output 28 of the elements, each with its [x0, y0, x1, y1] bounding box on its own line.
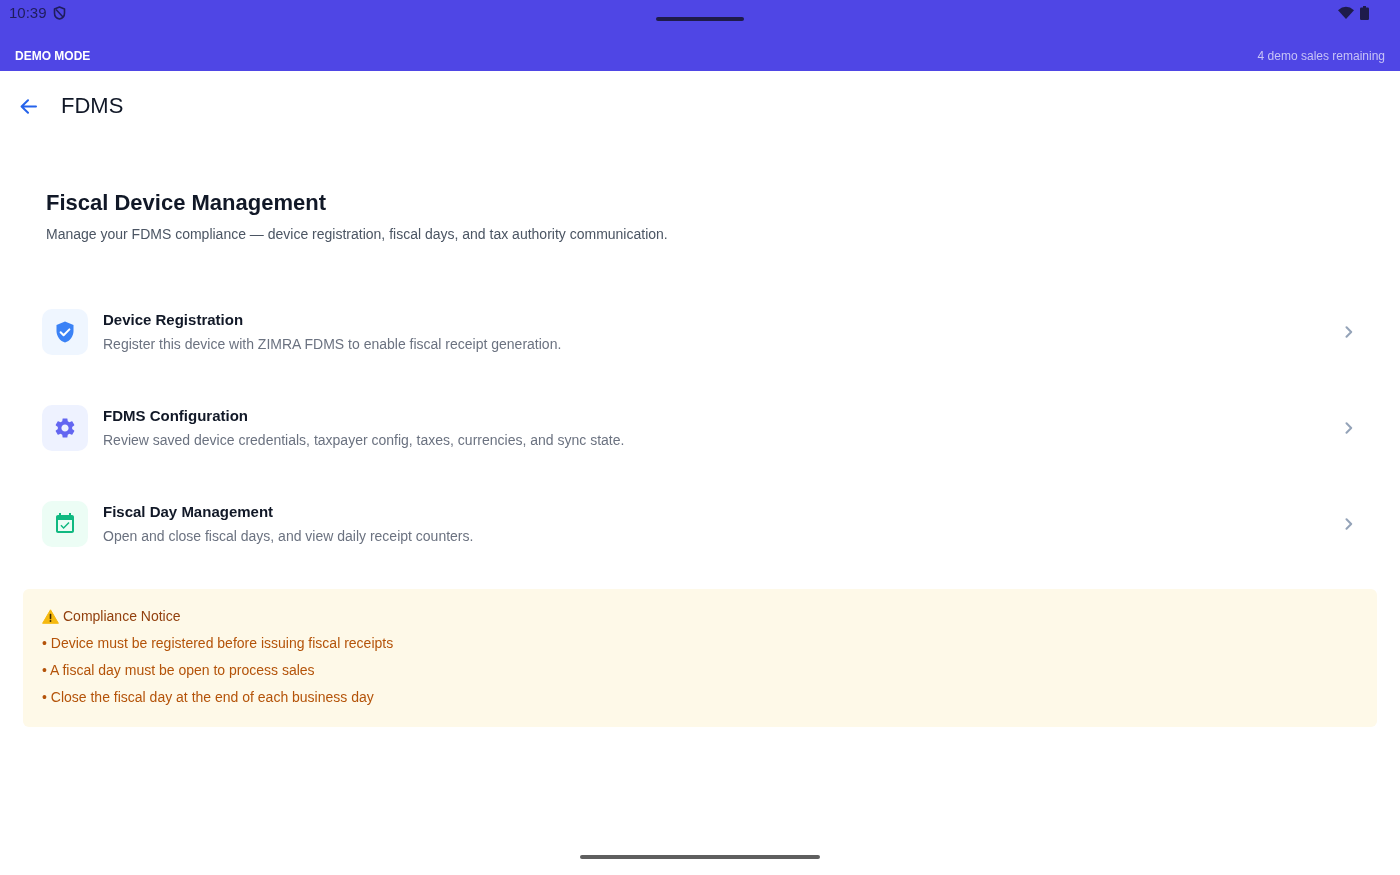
status-time: 10:39 [9, 3, 47, 23]
page-heading: Fiscal Device Management [46, 189, 326, 217]
screen-title: FDMS [61, 92, 124, 120]
menu-item-description: Register this device with ZIMRA FDMS to enable fiscal receipt generation. [103, 335, 562, 354]
notice-item: • A fiscal day must be open to process sales [42, 661, 315, 680]
warning-icon [42, 609, 59, 624]
demo-mode-label: DEMO MODE [15, 48, 91, 63]
demo-sales-remaining: 4 demo sales remaining [1257, 48, 1385, 63]
menu-item-description: Review saved device credentials, taxpayer config, taxes, currencies, and sync state. [103, 431, 625, 450]
shield-check-icon [42, 309, 88, 355]
battery-icon [1360, 6, 1369, 20]
page-subtitle: Manage your FDMS compliance — device registration, fiscal days, and tax authority communication. [46, 225, 668, 244]
calendar-check-icon [42, 501, 88, 547]
notice-title: Compliance Notice [63, 607, 181, 626]
gesture-handle[interactable] [580, 855, 820, 859]
chevron-right-icon[interactable] [1345, 326, 1353, 338]
notice-item: • Close the fiscal day at the end of each business day [42, 688, 374, 707]
menu-item-description: Open and close fiscal days, and view daily receipt counters. [103, 527, 474, 546]
back-arrow-icon[interactable] [20, 98, 37, 114]
chevron-right-icon[interactable] [1345, 422, 1353, 434]
notice-item: • Device must be registered before issuing fiscal receipts [42, 634, 394, 653]
menu-item-title[interactable]: Device Registration [103, 310, 244, 330]
menu-item-title[interactable]: FDMS Configuration [103, 406, 248, 426]
chevron-right-icon[interactable] [1345, 518, 1353, 530]
gear-icon [42, 405, 88, 451]
shield-icon [52, 6, 66, 20]
wifi-icon [1338, 6, 1354, 19]
menu-item-title[interactable]: Fiscal Day Management [103, 502, 274, 522]
